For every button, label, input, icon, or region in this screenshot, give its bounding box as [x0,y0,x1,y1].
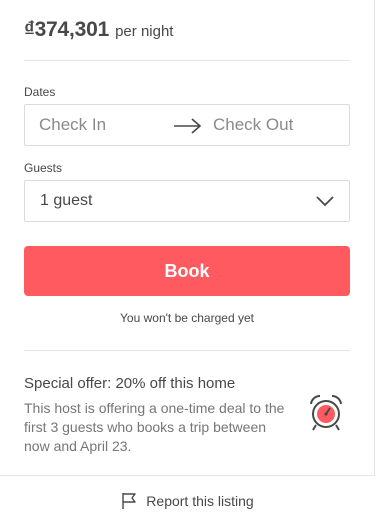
booking-panel: ₫374,301 per night Dates Check In Check … [0,0,375,475]
offer-description: This host is offering a one-time deal to… [24,400,285,454]
date-range-picker[interactable]: Check In Check Out [24,104,350,146]
price-row: ₫374,301 per night [24,18,173,46]
offer-title: Special offer: 20% off this home [24,375,236,392]
arrow-right-icon [174,118,202,134]
guests-value: 1 guest [40,192,93,209]
report-listing-link[interactable]: Report this listing [0,476,375,525]
flag-icon [122,492,136,509]
dates-label: Dates [24,85,56,99]
alarm-clock-icon [310,394,342,431]
chevron-down-icon [316,196,334,207]
report-listing-label[interactable]: Report this listing [146,493,253,509]
charge-note: You won't be charged yet [120,311,254,325]
check-in-input[interactable]: Check In [39,115,106,135]
book-button[interactable]: Book [24,246,350,296]
check-out-input[interactable]: Check Out [213,115,293,135]
divider [24,60,350,61]
guests-select[interactable]: 1 guest [24,180,350,222]
guests-label: Guests [24,161,63,175]
price-unit: per night [115,23,174,40]
divider [24,350,350,351]
nightly-price: ₫374,301 [24,18,110,41]
